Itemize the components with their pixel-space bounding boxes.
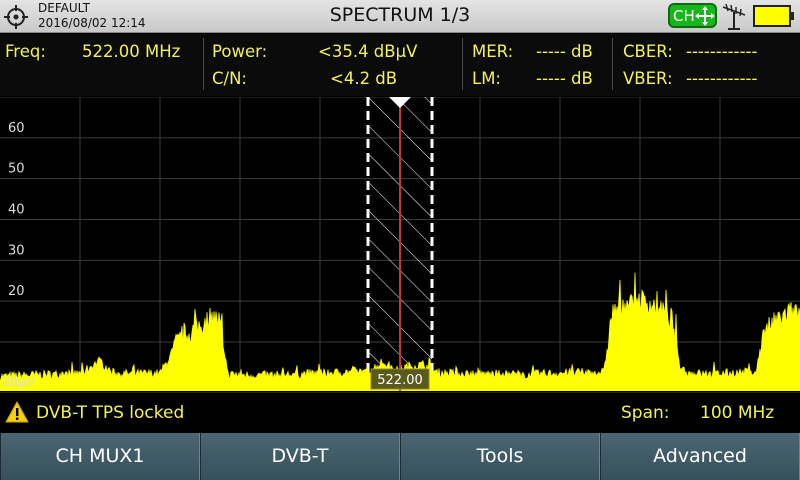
cn-value: <4.2 dB	[330, 69, 398, 88]
panel-divider	[612, 38, 613, 90]
warning-icon	[5, 401, 29, 423]
cn-label: C/N:	[212, 69, 247, 88]
y-unit-label: dBµV	[2, 374, 35, 389]
page-title: SPECTRUM 1/3	[329, 4, 471, 26]
datetime: 2016/08/02 12:14	[38, 16, 146, 30]
y-tick-label: 20	[8, 284, 25, 299]
cber-value: ------------	[686, 42, 758, 61]
softkey-advanced[interactable]: Advanced	[600, 433, 800, 480]
mer-value: ----- dB	[536, 42, 593, 61]
y-tick-label: 40	[8, 203, 25, 218]
measurement-panel: Freq: 522.00 MHz Power: <35.4 dBµV C/N: …	[0, 34, 800, 96]
y-tick-label: 60	[8, 121, 25, 136]
title-bar: DEFAULT 2016/08/02 12:14 SPECTRUM 1/3 CH	[0, 0, 800, 33]
panel-divider	[203, 38, 204, 90]
softkey-tools[interactable]: Tools	[400, 433, 600, 480]
vber-value: ------------	[686, 69, 758, 88]
power-label: Power:	[212, 42, 268, 61]
freq-label: Freq:	[5, 42, 46, 61]
lm-value: ----- dB	[536, 69, 593, 88]
move-icon	[695, 6, 715, 26]
span-value: 100 MHz	[700, 403, 775, 423]
cber-label: CBER:	[623, 42, 673, 61]
status-message: DVB-T TPS locked	[36, 403, 185, 423]
lm-label: LM:	[472, 69, 501, 88]
softkey-standard[interactable]: DVB-T	[200, 433, 400, 480]
battery-icon	[753, 5, 794, 27]
spectrum-plot[interactable]: 20 30 40 50 60 522.00 dBµV	[0, 97, 800, 391]
y-tick-label: 50	[8, 162, 25, 177]
mer-label: MER:	[472, 42, 514, 61]
softkey-bar: CH MUX1 DVB-T Tools Advanced	[0, 433, 800, 480]
profile-name: DEFAULT	[38, 1, 90, 15]
vber-label: VBER:	[623, 69, 673, 88]
panel-divider	[462, 38, 463, 90]
freq-value: 522.00 MHz	[82, 42, 181, 61]
channel-mode-badge[interactable]: CH	[668, 3, 717, 28]
status-bar: DVB-T TPS locked Span: 100 MHz	[0, 392, 800, 432]
softkey-channel[interactable]: CH MUX1	[0, 433, 200, 480]
antenna-icon	[722, 3, 746, 30]
power-value: <35.4 dBµV	[318, 42, 418, 61]
y-tick-label: 30	[8, 243, 25, 258]
channel-mode-label: CH	[673, 7, 695, 25]
span-label: Span:	[621, 403, 670, 423]
marker-frequency-label: 522.00	[377, 373, 423, 388]
crosshair-icon[interactable]	[4, 5, 28, 29]
